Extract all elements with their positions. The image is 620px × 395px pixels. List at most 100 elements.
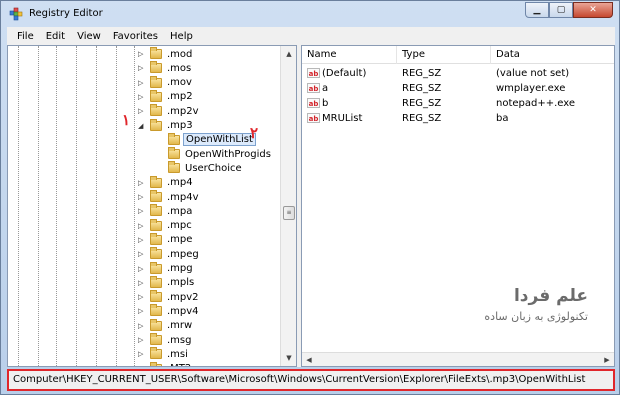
scroll-right-arrow[interactable]: ▶: [600, 353, 614, 366]
tree-node-label[interactable]: .mpv2: [165, 292, 201, 303]
value-row[interactable]: ab a REG_SZ wmplayer.exe: [302, 81, 614, 96]
tree-node-label[interactable]: .mpc: [165, 220, 194, 231]
expand-arrow-icon[interactable]: ▷: [138, 322, 148, 330]
tree-node[interactable]: ▷ .mp4: [138, 175, 195, 190]
expand-arrow-icon[interactable]: ▷: [138, 293, 148, 301]
value-row[interactable]: ab MRUList REG_SZ ba: [302, 111, 614, 126]
tree-node[interactable]: ▷ .mpv4: [138, 304, 201, 318]
tree-node-label[interactable]: .mov: [165, 77, 194, 88]
tree-node-label[interactable]: .mpe: [165, 234, 194, 245]
registry-key-tree[interactable]: ▷ .mod ▷ .mos ▷ .mov ▷ .mp2 ▷ .mp2v ◢ .mp3 OpenWithL…: [7, 45, 297, 367]
tree-node[interactable]: ▷ .mos: [138, 61, 193, 75]
expand-arrow-icon[interactable]: ▷: [138, 307, 148, 315]
expand-arrow-icon[interactable]: ▷: [138, 336, 148, 344]
tree-node-label[interactable]: OpenWithList: [183, 133, 256, 147]
expand-arrow-icon[interactable]: ▷: [138, 64, 148, 72]
scroll-thumb[interactable]: ≡: [283, 206, 295, 220]
tree-node[interactable]: ▷ .mov: [138, 75, 194, 90]
tree-node-label[interactable]: .mp4v: [165, 192, 201, 203]
tree-node-label[interactable]: .mp2: [165, 91, 195, 102]
column-header-type[interactable]: Type: [397, 46, 491, 64]
expand-arrow-icon[interactable]: ▷: [138, 107, 148, 115]
string-value-icon: ab: [307, 98, 320, 108]
expand-arrow-icon[interactable]: ▷: [138, 179, 148, 187]
expand-arrow-icon[interactable]: ▷: [138, 279, 148, 287]
tree-node[interactable]: ▷ .msi: [138, 347, 190, 361]
menu-edit[interactable]: Edit: [40, 31, 71, 42]
window-title: Registry Editor: [29, 8, 103, 19]
tree-node-label[interactable]: .mpls: [165, 277, 196, 288]
tree-node[interactable]: ▷ .msg: [138, 333, 193, 347]
scroll-down-arrow[interactable]: ▼: [281, 350, 296, 366]
expand-arrow-icon[interactable]: ▷: [138, 50, 148, 58]
column-header-name[interactable]: Name: [302, 46, 397, 64]
tree-vertical-scrollbar[interactable]: ▲ ≡ ▼: [280, 46, 296, 366]
tree-node[interactable]: UserChoice: [156, 161, 244, 175]
tree-node-label[interactable]: OpenWithProgids: [183, 149, 273, 160]
tree-node-label[interactable]: .mp4: [165, 177, 195, 188]
expand-arrow-icon[interactable]: ▷: [138, 365, 148, 366]
tree-node[interactable]: ▷ .mp4v: [138, 190, 201, 204]
tree-node-label[interactable]: .msg: [165, 335, 193, 346]
expand-arrow-icon[interactable]: ▷: [138, 265, 148, 273]
value-row[interactable]: ab b REG_SZ notepad++.exe: [302, 96, 614, 111]
close-icon: ✕: [589, 5, 597, 15]
maximize-button[interactable]: ▢: [549, 2, 573, 18]
menu-help[interactable]: Help: [164, 31, 199, 42]
expand-arrow-icon[interactable]: ▷: [138, 207, 148, 215]
close-button[interactable]: ✕: [573, 2, 613, 18]
tree-node[interactable]: ▷ .mp2v: [138, 104, 201, 118]
tree-node-label[interactable]: .mpeg: [165, 249, 201, 260]
tree-node[interactable]: ▷ .mpc: [138, 218, 194, 233]
expand-arrow-icon[interactable]: ▷: [138, 193, 148, 201]
tree-node[interactable]: ▷ .mpeg: [138, 247, 201, 261]
tree-node[interactable]: ▷ .mpe: [138, 232, 194, 247]
tree-node-label[interactable]: .mos: [165, 63, 193, 74]
minimize-button[interactable]: ▁: [525, 2, 549, 18]
tree-guide-line: [18, 46, 19, 366]
tree-node[interactable]: ▷ .mpv2: [138, 290, 201, 304]
tree-node[interactable]: ▷ .MT2: [138, 361, 193, 366]
value-row[interactable]: ab (Default) REG_SZ (value not set): [302, 66, 614, 81]
expand-arrow-icon[interactable]: ▷: [138, 79, 148, 87]
menu-favorites[interactable]: Favorites: [107, 31, 164, 42]
expand-arrow-icon[interactable]: ◢: [138, 122, 148, 130]
column-header-data[interactable]: Data: [491, 46, 614, 64]
tree-node-label[interactable]: .mpv4: [165, 306, 201, 317]
tree-node[interactable]: OpenWithList: [156, 132, 256, 147]
scroll-left-arrow[interactable]: ◀: [302, 353, 316, 366]
tree-node-label[interactable]: UserChoice: [183, 163, 244, 174]
expand-arrow-icon[interactable]: ▷: [138, 250, 148, 258]
expand-arrow-icon[interactable]: ▷: [138, 222, 148, 230]
tree-node-label[interactable]: .msi: [165, 349, 190, 360]
tree-node-label[interactable]: .mrw: [165, 320, 194, 331]
folder-icon: [150, 190, 162, 202]
tree-node[interactable]: ▷ .mpls: [138, 275, 196, 290]
expand-arrow-icon[interactable]: ▷: [138, 236, 148, 244]
expand-arrow-icon[interactable]: ▷: [138, 93, 148, 101]
menu-view[interactable]: View: [71, 31, 107, 42]
tree-node[interactable]: ▷ .mpa: [138, 204, 194, 218]
expand-arrow-icon[interactable]: ▷: [138, 350, 148, 358]
tree-node-label[interactable]: .mp2v: [165, 106, 201, 117]
registry-values-list[interactable]: Name Type Data ab (Default) REG_SZ (value n…: [301, 45, 615, 367]
tree-node[interactable]: OpenWithProgids: [156, 147, 273, 161]
tree-node-label[interactable]: .mpg: [165, 263, 195, 274]
tree-node-label[interactable]: .mod: [165, 49, 194, 60]
list-horizontal-scrollbar[interactable]: ◀ ▶: [302, 352, 614, 366]
tree-node[interactable]: ▷ .mp2: [138, 89, 195, 104]
tree-node[interactable]: ▷ .mod: [138, 47, 194, 61]
tree-node-label[interactable]: .MT2: [165, 363, 193, 366]
tree-node[interactable]: ▷ .mpg: [138, 261, 195, 276]
title-bar[interactable]: Registry Editor ▁ ▢ ✕: [1, 1, 619, 27]
tree-node[interactable]: ▷ .mrw: [138, 318, 194, 333]
folder-icon: [150, 104, 162, 117]
folder-icon: [150, 118, 162, 131]
tree-node-label[interactable]: .mp3: [165, 120, 195, 131]
tree-node[interactable]: ◢ .mp3: [138, 118, 195, 133]
menu-file[interactable]: File: [11, 31, 40, 42]
folder-icon: [150, 290, 162, 303]
scroll-up-arrow[interactable]: ▲: [281, 46, 296, 62]
tree-node-label[interactable]: .mpa: [165, 206, 194, 217]
value-data: ba: [496, 113, 509, 124]
